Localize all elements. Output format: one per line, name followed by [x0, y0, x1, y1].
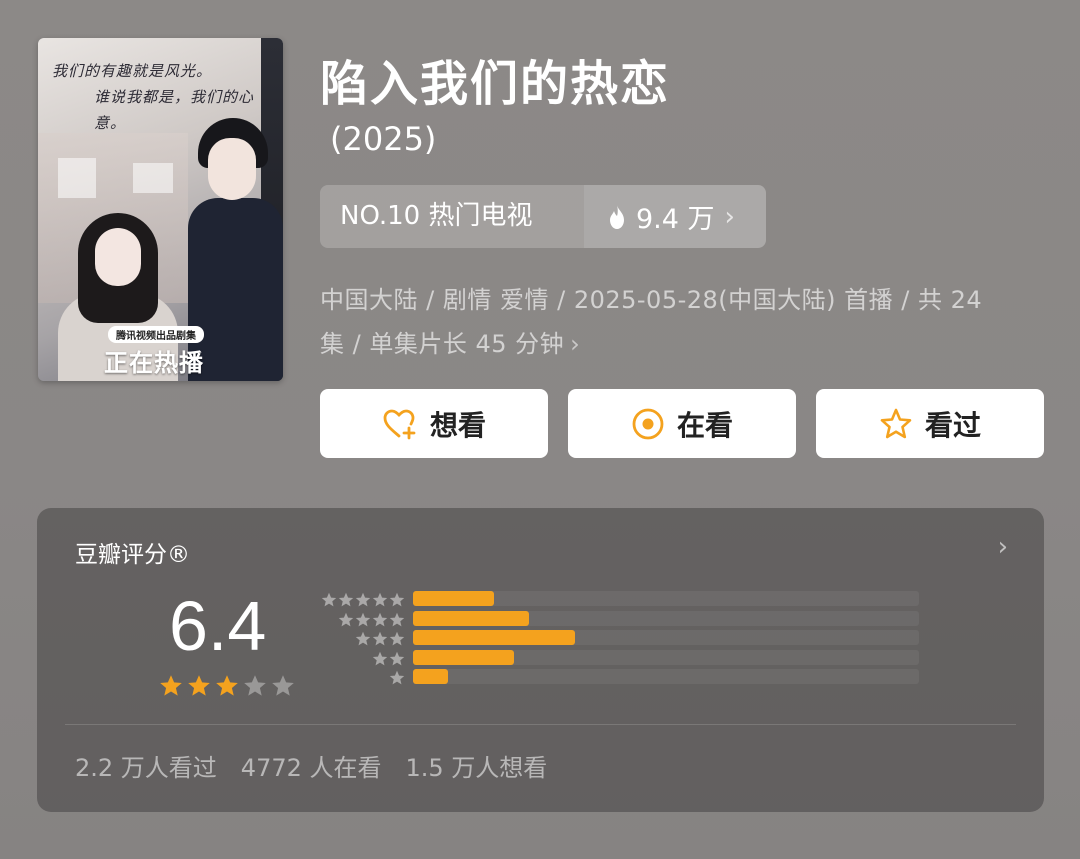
star-small-icon — [355, 612, 371, 626]
distribution-stars — [372, 651, 405, 667]
distribution-stars — [338, 612, 405, 628]
flame-icon — [606, 204, 628, 230]
star-filled-icon — [160, 675, 182, 696]
distribution-bar-track — [413, 610, 919, 626]
star-small-icon — [372, 592, 388, 607]
distribution-stars — [355, 631, 405, 647]
star-small-icon — [321, 592, 337, 607]
star-small-icon — [355, 592, 371, 607]
watched-count: 2.2 万人看过 — [75, 754, 217, 782]
watched-label: 看过 — [924, 408, 981, 442]
star-small-icon — [389, 651, 405, 665]
want-count: 1.5 万人想看 — [405, 754, 548, 782]
star-small-icon — [389, 592, 405, 607]
heat-indicator[interactable]: 9.4 万 › — [584, 185, 766, 248]
distribution-row — [315, 668, 925, 688]
star-small-icon — [372, 631, 388, 646]
divider — [65, 724, 1016, 725]
rating-stats: 2.2 万人看过 4772 人在看 1.5 万人想看 — [75, 748, 547, 783]
rating-distribution — [315, 590, 925, 688]
star-small-icon — [338, 612, 354, 626]
distribution-bar-fill — [413, 649, 515, 665]
watching-label: 在看 — [676, 408, 733, 442]
star-filled-icon — [188, 675, 210, 696]
distribution-bar-track — [413, 630, 919, 645]
star-small-icon — [389, 612, 405, 626]
distribution-bar-track — [413, 591, 919, 606]
chevron-right-icon: › — [570, 330, 581, 358]
rating-card-title: 豆瓣评分® — [75, 542, 190, 568]
watching-count: 4772 人在看 — [240, 754, 382, 782]
star-small-icon — [372, 651, 388, 665]
rating-stars — [159, 674, 295, 698]
chevron-right-icon[interactable]: › — [998, 532, 1008, 562]
rating-score: 6.4 — [169, 587, 267, 665]
star-small-icon — [355, 631, 371, 646]
distribution-bar-fill — [413, 630, 575, 645]
douban-rating-card[interactable]: 豆瓣评分® › 6.4 2.2 万人看过 4772 人在看 1.5 万人想看 — [37, 508, 1044, 812]
distribution-bar-fill — [413, 669, 449, 684]
distribution-bar-fill — [413, 610, 530, 626]
distribution-row — [315, 629, 925, 649]
chevron-right-icon: › — [724, 201, 735, 232]
movie-detail-page: 我们的有趣就是风光。 谁说我都是，我们的心意。 腾讯视频出品剧集 正在热播 陷入… — [0, 0, 1080, 859]
want-label: 想看 — [429, 408, 486, 442]
page-title: 陷入我们的热恋 — [320, 56, 671, 112]
poster-producer-badge: 腾讯视频出品剧集 — [108, 326, 204, 343]
heat-value: 9.4 万 — [636, 204, 715, 235]
watched-button[interactable]: 看过 — [816, 389, 1044, 458]
target-icon — [632, 408, 664, 439]
meta-line-2: 集 / 单集片长 45 分钟 — [320, 330, 565, 358]
distribution-stars — [389, 670, 405, 686]
star-small-icon — [338, 592, 354, 607]
distribution-row — [315, 590, 925, 610]
star-small-icon — [389, 670, 405, 685]
heart-plus-icon — [383, 409, 416, 439]
poster-image[interactable]: 我们的有趣就是风光。 谁说我都是，我们的心意。 腾讯视频出品剧集 正在热播 — [38, 38, 283, 381]
meta-line-1: 中国大陆 / 剧情 爱情 / 2025-05-28(中国大陆) 首播 / 共 2… — [320, 286, 983, 314]
movie-meta-info[interactable]: 中国大陆 / 剧情 爱情 / 2025-05-28(中国大陆) 首播 / 共 2… — [320, 278, 1040, 366]
star-outline-icon — [880, 408, 912, 438]
poster-status-label: 正在热播 — [104, 349, 204, 377]
distribution-bar-track — [413, 649, 919, 665]
star-empty-icon — [272, 675, 294, 696]
poster-handwriting: 我们的有趣就是风光。 谁说我都是，我们的心意。 — [52, 62, 255, 132]
distribution-bar-fill — [413, 591, 494, 606]
distribution-stars — [321, 592, 405, 608]
star-small-icon — [372, 612, 388, 626]
distribution-row — [315, 610, 925, 630]
star-empty-icon — [244, 675, 266, 696]
watching-button[interactable]: 在看 — [568, 389, 796, 458]
star-filled-icon — [216, 675, 238, 696]
star-small-icon — [389, 631, 405, 646]
distribution-bar-track — [413, 669, 919, 684]
rank-chip[interactable]: NO.10 热门电视 9.4 万 › — [320, 185, 766, 248]
want-to-watch-button[interactable]: 想看 — [320, 389, 548, 458]
distribution-row — [315, 649, 925, 669]
rank-label: NO.10 热门电视 — [320, 185, 584, 248]
release-year: (2025) — [330, 120, 437, 158]
